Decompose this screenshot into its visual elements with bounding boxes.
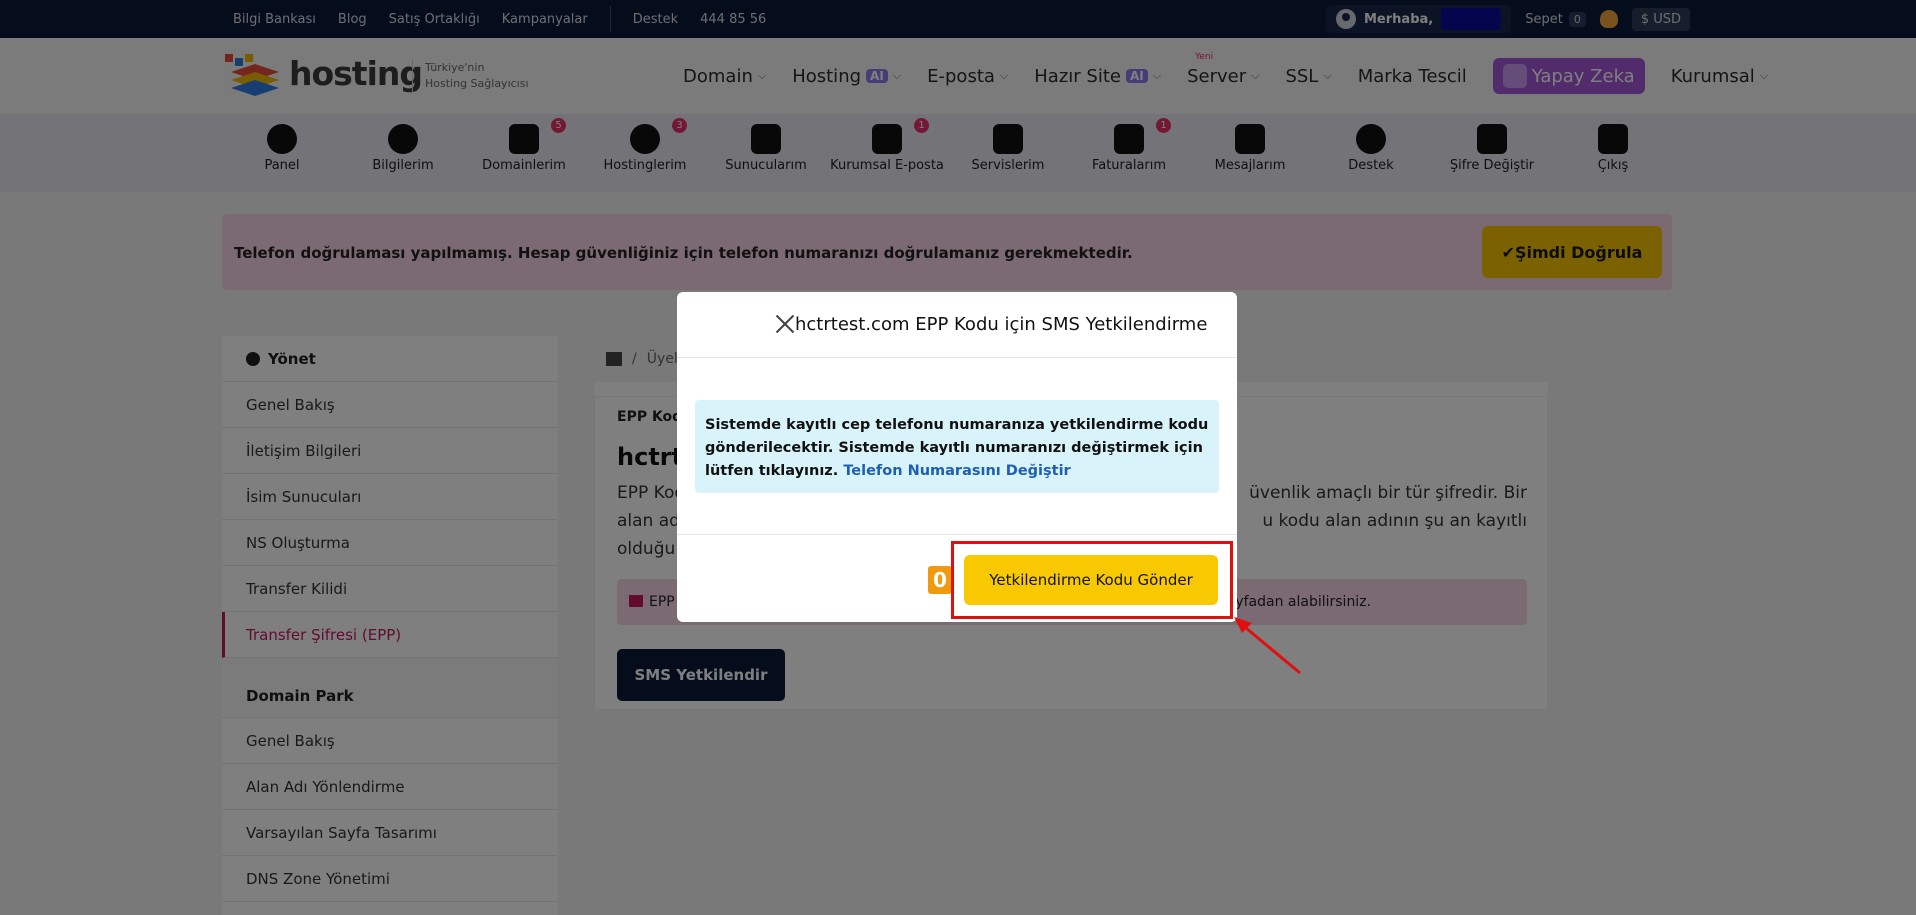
modal-header: hctrtest.com EPP Kodu için SMS Yetkilend…: [677, 292, 1237, 358]
highlight-box: [951, 541, 1233, 619]
modal-title: hctrtest.com EPP Kodu için SMS Yetkilend…: [795, 314, 1208, 335]
change-phone-link[interactable]: Telefon Numarasını Değiştir: [843, 463, 1070, 479]
modal-info-box: Sistemde kayıtlı cep telefonu numaranıza…: [695, 400, 1219, 493]
annotation-arrow: [1234, 617, 1301, 675]
close-icon[interactable]: [775, 314, 795, 334]
countdown-counter: 0: [928, 566, 952, 594]
